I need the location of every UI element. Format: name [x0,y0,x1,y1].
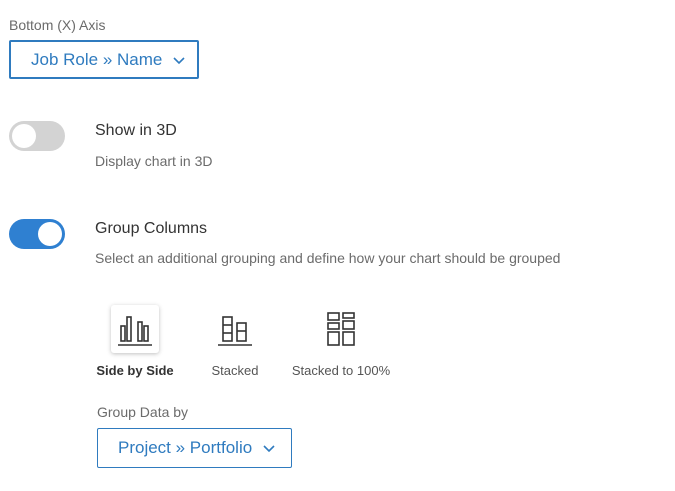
chevron-down-icon [263,445,275,453]
x-axis-label: Bottom (X) Axis [9,17,106,33]
stacked-100-option[interactable]: Stacked to 100% [288,305,394,378]
x-axis-select[interactable]: Job Role » Name [9,40,199,79]
group-columns-description: Select an additional grouping and define… [95,250,561,266]
x-axis-select-value: Job Role » Name [31,49,163,69]
group-data-by-label: Group Data by [97,404,189,420]
show-3d-toggle[interactable] [9,121,65,151]
side-by-side-bars-icon [118,316,152,346]
toggle-knob [12,124,36,148]
group-columns-title: Group Columns [95,220,208,237]
toggle-knob [38,222,62,246]
stacked-100-label: Stacked to 100% [291,363,391,378]
group-data-by-select[interactable]: Project » Portfolio [97,428,292,468]
group-columns-toggle[interactable] [9,219,65,249]
stacked-label: Stacked [211,363,259,378]
side-by-side-icon-box [111,305,159,353]
show-3d-title: Show in 3D [95,122,177,139]
chart-settings-panel: Bottom (X) Axis Job Role » Name Show in … [0,0,675,491]
stacked-bars-icon [218,316,252,346]
stacked-option[interactable]: Stacked [195,305,275,378]
stacked-100-icon-box [317,305,365,353]
show-3d-description: Display chart in 3D [95,153,213,169]
stacked-100-bars-icon [327,312,355,346]
side-by-side-option[interactable]: Side by Side [95,305,175,378]
chevron-down-icon [173,56,185,64]
side-by-side-label: Side by Side [96,363,174,378]
group-data-by-select-value: Project » Portfolio [118,438,253,457]
stacked-icon-box [211,305,259,353]
